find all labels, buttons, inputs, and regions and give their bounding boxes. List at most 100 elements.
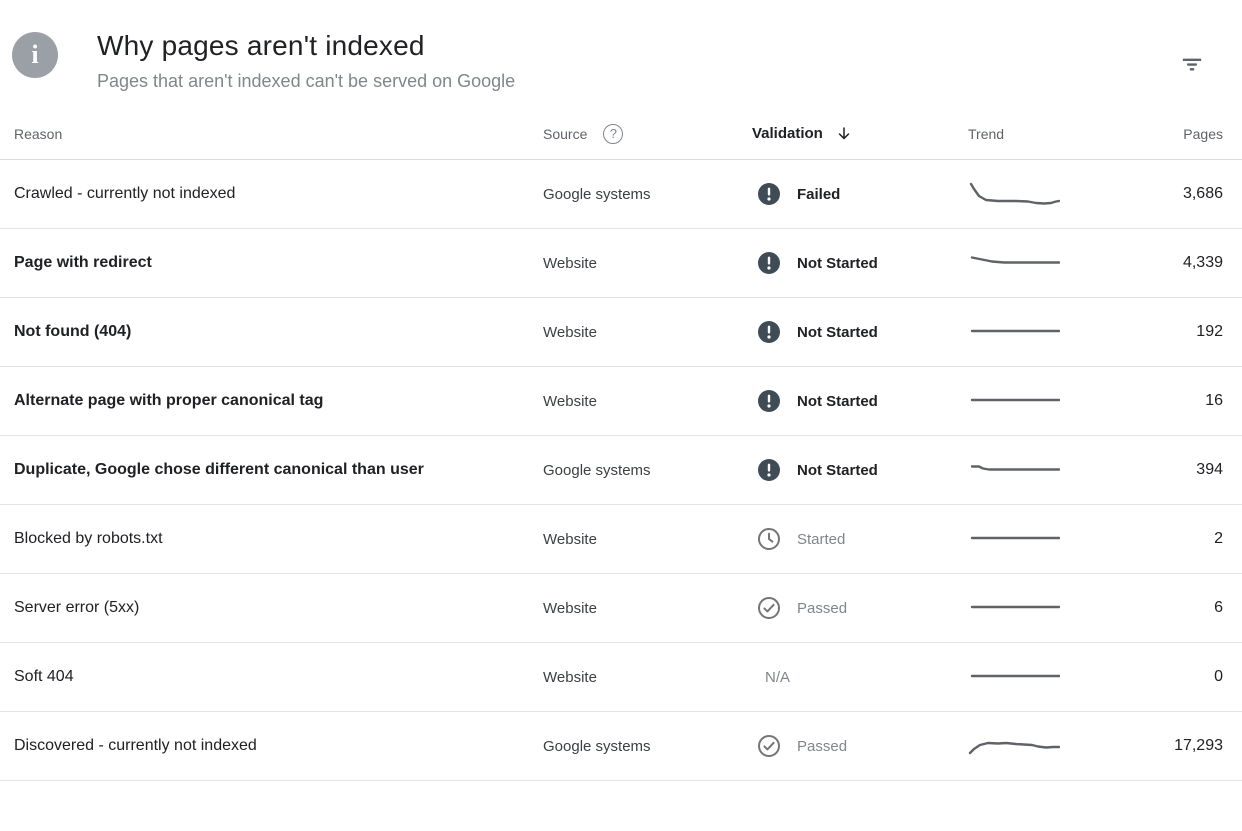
- source-cell: Website: [543, 393, 752, 410]
- error-filled-icon: [757, 458, 781, 482]
- pages-count: 6: [1108, 599, 1242, 617]
- check-circle-icon: [757, 596, 781, 620]
- source-cell: Google systems: [543, 462, 752, 479]
- error-filled-icon: [757, 320, 781, 344]
- table-row[interactable]: Crawled - currently not indexed Google s…: [0, 160, 1242, 229]
- reason-cell: Blocked by robots.txt: [14, 530, 543, 548]
- column-header-trend[interactable]: Trend: [968, 126, 1108, 142]
- error-filled-icon: [757, 182, 781, 206]
- reason-cell: Page with redirect: [14, 254, 543, 272]
- trend-sparkline: [968, 316, 1060, 348]
- validation-status-label: N/A: [765, 669, 790, 686]
- page-title: Why pages aren't indexed: [97, 30, 515, 62]
- source-cell: Website: [543, 324, 752, 341]
- pages-count: 0: [1108, 668, 1242, 686]
- validation-cell: Failed: [752, 182, 968, 206]
- pages-count: 2: [1108, 530, 1242, 548]
- validation-status-label: Not Started: [797, 255, 878, 272]
- table-row[interactable]: Soft 404 Website: [0, 643, 1242, 712]
- trend-cell: [968, 385, 1108, 417]
- validation-status-label: Not Started: [797, 324, 878, 341]
- column-header-validation[interactable]: Validation: [752, 125, 968, 143]
- table-row[interactable]: Server error (5xx) Website: [0, 574, 1242, 643]
- table-row[interactable]: Blocked by robots.txt Website: [0, 505, 1242, 574]
- pages-count: 394: [1108, 461, 1242, 479]
- column-header-pages-label: Pages: [1183, 126, 1223, 142]
- reason-cell: Soft 404: [14, 668, 543, 686]
- trend-sparkline: [968, 661, 1060, 693]
- pages-count: 3,686: [1108, 185, 1242, 203]
- column-header-source[interactable]: Source ?: [543, 124, 752, 144]
- error-filled-icon: [757, 389, 781, 413]
- reason-cell: Crawled - currently not indexed: [14, 185, 543, 203]
- source-cell: Website: [543, 255, 752, 272]
- trend-cell: [968, 247, 1108, 279]
- validation-status-label: Started: [797, 531, 845, 548]
- table-body: Crawled - currently not indexed Google s…: [0, 160, 1242, 781]
- indexing-report-panel: i Why pages aren't indexed Pages that ar…: [0, 0, 1242, 831]
- trend-cell: [968, 661, 1108, 693]
- column-header-source-label: Source: [543, 126, 587, 142]
- trend-sparkline: [968, 454, 1060, 486]
- filter-icon: [1179, 51, 1205, 77]
- table-row[interactable]: Discovered - currently not indexed Googl…: [0, 712, 1242, 781]
- pages-count: 192: [1108, 323, 1242, 341]
- clock-icon: [757, 527, 781, 551]
- validation-status-label: Failed: [797, 186, 840, 203]
- info-icon: i: [12, 32, 58, 78]
- pages-count: 4,339: [1108, 254, 1242, 272]
- error-filled-icon: [757, 251, 781, 275]
- trend-sparkline: [968, 523, 1060, 555]
- validation-status-label: Passed: [797, 738, 847, 755]
- trend-cell: [968, 592, 1108, 624]
- panel-header: i Why pages aren't indexed Pages that ar…: [0, 0, 1242, 92]
- validation-cell: Passed: [752, 596, 968, 620]
- validation-cell: Not Started: [752, 320, 968, 344]
- validation-cell: Not Started: [752, 251, 968, 275]
- validation-cell: Passed: [752, 734, 968, 758]
- check-circle-icon: [757, 734, 781, 758]
- trend-sparkline: [968, 247, 1060, 279]
- title-block: Why pages aren't indexed Pages that aren…: [97, 30, 515, 92]
- reason-cell: Discovered - currently not indexed: [14, 737, 543, 755]
- validation-status-label: Not Started: [797, 462, 878, 479]
- trend-sparkline: [968, 730, 1060, 762]
- column-header-validation-label: Validation: [752, 125, 823, 142]
- reason-cell: Alternate page with proper canonical tag: [14, 392, 543, 410]
- validation-cell: Not Started: [752, 389, 968, 413]
- table-row[interactable]: Alternate page with proper canonical tag…: [0, 367, 1242, 436]
- reason-cell: Server error (5xx): [14, 599, 543, 617]
- trend-cell: [968, 730, 1108, 762]
- page-subtitle: Pages that aren't indexed can't be serve…: [97, 71, 515, 92]
- pages-count: 16: [1108, 392, 1242, 410]
- source-cell: Google systems: [543, 186, 752, 203]
- column-header-pages[interactable]: Pages: [1108, 126, 1242, 142]
- column-header-reason[interactable]: Reason: [14, 126, 543, 142]
- table-row[interactable]: Page with redirect Website: [0, 229, 1242, 298]
- table-row[interactable]: Not found (404) Website: [0, 298, 1242, 367]
- validation-cell: N/A: [752, 669, 968, 686]
- column-header-trend-label: Trend: [968, 126, 1004, 142]
- validation-cell: Started: [752, 527, 968, 551]
- table-header-row: Reason Source ? Validation Trend Pages: [0, 108, 1242, 160]
- sort-descending-icon: [835, 125, 853, 143]
- filter-button[interactable]: [1172, 44, 1212, 84]
- trend-sparkline: [968, 385, 1060, 417]
- trend-cell: [968, 316, 1108, 348]
- reason-cell: Duplicate, Google chose different canoni…: [14, 461, 543, 479]
- source-cell: Website: [543, 531, 752, 548]
- validation-cell: Not Started: [752, 458, 968, 482]
- validation-status-label: Not Started: [797, 393, 878, 410]
- help-icon[interactable]: ?: [603, 124, 623, 144]
- trend-cell: [968, 178, 1108, 210]
- reason-cell: Not found (404): [14, 323, 543, 341]
- trend-sparkline: [968, 178, 1060, 210]
- source-cell: Google systems: [543, 738, 752, 755]
- validation-status-label: Passed: [797, 600, 847, 617]
- column-header-reason-label: Reason: [14, 126, 62, 142]
- trend-cell: [968, 523, 1108, 555]
- source-cell: Website: [543, 600, 752, 617]
- pages-count: 17,293: [1108, 737, 1242, 755]
- table-row[interactable]: Duplicate, Google chose different canoni…: [0, 436, 1242, 505]
- issues-table: Reason Source ? Validation Trend Pages: [0, 108, 1242, 781]
